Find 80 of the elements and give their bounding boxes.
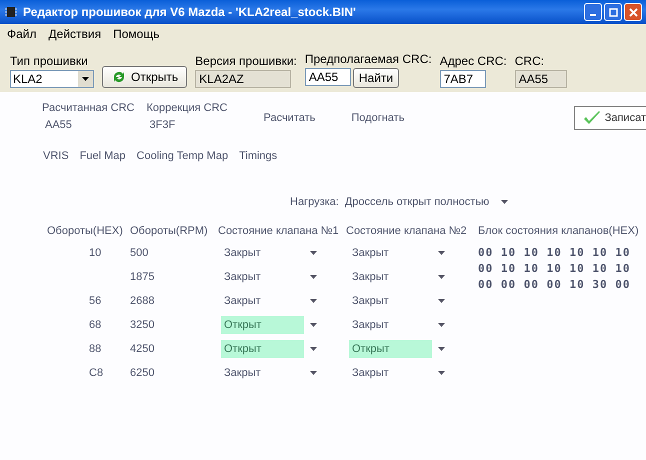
maximize-icon <box>608 8 618 16</box>
valve-state-dropdown[interactable]: Закрыт <box>218 244 346 262</box>
refresh-icon <box>111 69 127 85</box>
hex-line: 00 00 00 00 10 30 00 <box>478 278 632 292</box>
crc-field: AA55 <box>514 70 567 88</box>
table-cell-text: 4250 <box>130 342 156 357</box>
caret-icon <box>310 371 317 375</box>
maximize-button[interactable] <box>604 3 622 21</box>
tab[interactable]: VRIS <box>43 149 69 163</box>
field-label: Версия прошивки: <box>195 54 297 68</box>
firmware-type-dropdown[interactable]: KLA2 <box>10 70 94 88</box>
table-cell-text: 1875 <box>130 270 156 285</box>
close-icon <box>628 8 638 16</box>
field-label: Адрес CRC: <box>440 54 507 68</box>
expected-crc-field[interactable]: AA55 <box>304 68 351 86</box>
caret-icon <box>438 371 445 375</box>
crc-address-field[interactable]: 7AB7 <box>440 70 486 88</box>
caret-icon <box>438 347 445 351</box>
column-header: Состояние клапана №1 <box>218 224 340 238</box>
valve-state-dropdown[interactable]: Закрыт <box>346 268 474 286</box>
calculate-button[interactable]: Расчитать <box>263 112 316 124</box>
table-cell-text: 68 <box>88 318 102 333</box>
column-header: Блок состояния клапанов(HEX) <box>478 224 639 238</box>
table-cell-text: 56 <box>88 294 102 309</box>
version-field: KLA2AZ <box>195 70 292 88</box>
valve-state-dropdown[interactable]: Закрыт <box>346 292 474 310</box>
caret-icon <box>310 323 317 327</box>
close-button[interactable] <box>624 3 642 21</box>
valve-state-dropdown[interactable]: Закрыт <box>218 364 346 382</box>
table-cell-text: C8 <box>88 366 104 381</box>
crc-correction-value: 3F3F <box>148 119 176 131</box>
table-cell-text: 3250 <box>130 318 156 333</box>
valve-state-dropdown[interactable]: Закрыт <box>346 316 474 334</box>
menu-item[interactable]: Действия <box>48 27 102 41</box>
column-header: Состояние клапана №2 <box>346 224 468 238</box>
checkmark-icon <box>582 110 601 126</box>
valve-state-dropdown[interactable]: Закрыт <box>346 364 474 382</box>
caret-icon <box>82 77 89 81</box>
table-cell-text: 6250 <box>130 366 156 381</box>
load-label: Нагрузка: <box>290 196 339 208</box>
caret-icon <box>310 299 317 303</box>
minimize-icon <box>590 14 596 16</box>
calculated-crc-value: AA55 <box>44 119 73 131</box>
minimize-button[interactable] <box>584 3 602 21</box>
field-label: Тип прошивки <box>10 54 89 68</box>
caret-icon <box>310 347 317 351</box>
hex-line: 00 10 10 10 10 10 10 <box>478 246 632 260</box>
menu-item[interactable]: Помощь <box>113 27 160 41</box>
caret-icon <box>310 251 317 255</box>
write-button[interactable]: Записат <box>574 106 646 130</box>
caret-icon <box>310 275 317 279</box>
caret-icon <box>501 200 508 204</box>
field-label: CRC: <box>514 54 546 68</box>
tab[interactable]: Cooling Temp Map <box>136 149 228 163</box>
column-header: Обороты(RPM) <box>130 224 209 238</box>
menu-item[interactable]: Файл <box>7 27 37 41</box>
tab[interactable]: Timings <box>239 149 278 163</box>
caret-icon <box>438 275 445 279</box>
table-cell-text: 2688 <box>130 294 156 309</box>
table-cell-text: 10 <box>88 246 102 261</box>
window-title: Редактор прошивок для V6 Mazda - 'KLA2real_stock.BIN' <box>23 5 356 19</box>
open-button[interactable]: Открыть <box>102 66 188 88</box>
field-label: Предполагаемая CRC: <box>304 52 432 66</box>
table-cell-text: 88 <box>88 342 102 357</box>
load-dropdown[interactable]: Дроссель открыт полностью <box>344 196 508 208</box>
valve-state-dropdown[interactable]: Закрыт <box>218 292 346 310</box>
chip-icon <box>4 5 18 19</box>
valve-state-dropdown[interactable]: Закрыт <box>218 268 346 286</box>
column-header: Обороты(HEX) <box>47 224 124 238</box>
caret-icon <box>438 251 445 255</box>
valve-state-dropdown[interactable]: Закрыт <box>346 244 474 262</box>
caret-icon <box>438 299 445 303</box>
field-label: Коррекция CRC <box>146 102 228 114</box>
fit-button[interactable]: Подогнать <box>351 112 404 124</box>
tab[interactable]: Fuel Map <box>80 149 126 163</box>
field-label: Расчитанная CRC <box>42 102 134 114</box>
table-cell-text: 500 <box>130 246 150 261</box>
find-button[interactable]: Найти <box>352 68 400 88</box>
hex-line: 00 10 10 10 10 10 10 <box>478 262 632 276</box>
caret-icon <box>438 323 445 327</box>
